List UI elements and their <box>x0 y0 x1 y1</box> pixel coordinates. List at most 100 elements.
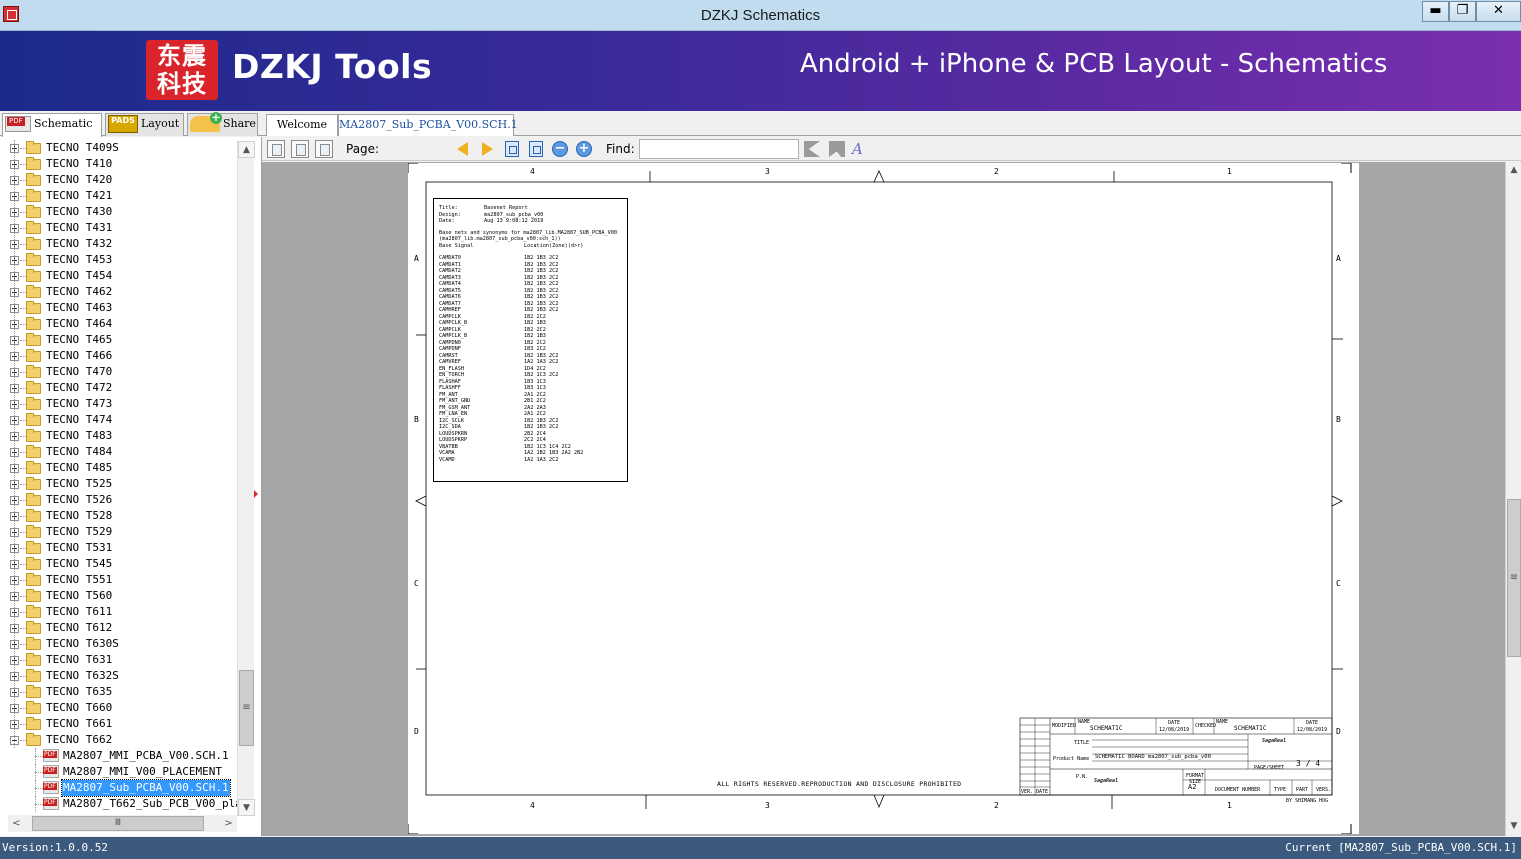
pdf-file-icon <box>43 749 59 762</box>
paste-icon[interactable] <box>315 140 333 158</box>
tree-file[interactable]: MA2807_T662_Sub_PCB_V00_placement <box>0 796 237 812</box>
logo-chars: 东震科技 <box>157 42 207 98</box>
scroll-up-arrow[interactable]: ▲ <box>238 141 255 158</box>
tree-folder[interactable]: TECNO T472 <box>0 380 237 396</box>
copy-all-icon[interactable] <box>291 140 309 158</box>
tree-folder[interactable]: TECNO T660 <box>0 700 237 716</box>
folder-icon <box>26 301 41 314</box>
tree-file[interactable]: MA2807_Sub_PCBA_V00.SCH.1 <box>0 779 237 797</box>
tree-folder[interactable]: TECNO T470 <box>0 364 237 380</box>
tree-folder[interactable]: TECNO T529 <box>0 524 237 540</box>
maximize-button[interactable]: ❐ <box>1449 1 1476 22</box>
current-document-status: Current [MA2807_Sub_PCBA_V00.SCH.1] <box>1285 841 1517 854</box>
previous-page-icon[interactable] <box>457 142 468 156</box>
tree-folder[interactable]: TECNO T474 <box>0 412 237 428</box>
tree-folder[interactable]: TECNO T465 <box>0 332 237 348</box>
tree-folder[interactable]: TECNO T430 <box>0 204 237 220</box>
tab-share[interactable]: Share <box>187 112 258 136</box>
splitter-collapse-arrow[interactable] <box>254 490 258 498</box>
tree-folder[interactable]: TECNO T551 <box>0 572 237 588</box>
scroll-right-arrow[interactable]: > <box>220 815 237 832</box>
tab-current-document[interactable]: MA2807_Sub_PCBA_V00.SCH.1✕ <box>338 114 518 152</box>
tree-horizontal-scrollbar[interactable]: < Ⅲ > <box>8 815 237 832</box>
copy-icon[interactable] <box>267 140 285 158</box>
tree-folder[interactable]: TECNO T531 <box>0 540 237 556</box>
folder-icon <box>26 205 41 218</box>
tree-folder[interactable]: TECNO T528 <box>0 508 237 524</box>
tree-folder-label: TECNO T463 <box>46 301 113 314</box>
zone-right-c: C <box>1336 579 1341 588</box>
sagareal-logo-2: SagaReal <box>1094 778 1119 784</box>
tree-vertical-scrollbar[interactable]: ▲ ≡ ▼ <box>237 141 255 816</box>
tree-folder[interactable]: TECNO T560 <box>0 588 237 604</box>
zoom-out-icon[interactable]: − <box>552 141 568 157</box>
tree-folder[interactable]: TECNO T432 <box>0 236 237 252</box>
tree-folder[interactable]: TECNO T409S <box>0 140 237 156</box>
report-description: Base nets and synonyms for ma2807_lib.MA… <box>439 229 618 243</box>
tree-folder[interactable]: TECNO T483 <box>0 428 237 444</box>
tree-folder-label: TECNO T483 <box>46 429 113 442</box>
viewer-scroll-down-arrow[interactable]: ▼ <box>1506 818 1521 834</box>
zoom-in-icon[interactable]: + <box>576 141 592 157</box>
tree-folder[interactable]: TECNO T630S <box>0 636 237 652</box>
hscroll-thumb[interactable]: Ⅲ <box>32 816 204 831</box>
tree-folder-label: TECNO T525 <box>46 477 113 490</box>
tree-file-label: MA2807_Sub_PCBA_V00.SCH.1 <box>61 779 231 797</box>
signal-name: VCAMD <box>439 456 455 463</box>
tree-folder[interactable]: TECNO T463 <box>0 300 237 316</box>
scroll-thumb[interactable]: ≡ <box>239 670 254 746</box>
viewer-scroll-up-arrow[interactable]: ▲ <box>1506 162 1521 178</box>
find-next-icon[interactable] <box>829 141 845 157</box>
tree-folder[interactable]: TECNO T464 <box>0 316 237 332</box>
folder-icon <box>26 589 41 602</box>
tree-folder[interactable]: TECNO T635 <box>0 684 237 700</box>
tab-layout[interactable]: PADS Layout <box>105 113 184 136</box>
tb-page-label: PAGE/SHEET <box>1254 765 1285 771</box>
tree-file[interactable]: MA2807_MMI_PCBA_V00.SCH.1 <box>0 748 237 764</box>
tree-folder[interactable]: TECNO T462 <box>0 284 237 300</box>
tree-folder-label: TECNO T531 <box>46 541 113 554</box>
find-input[interactable] <box>639 139 799 159</box>
brand-name: DZKJ Tools <box>232 47 433 86</box>
minimize-button[interactable]: ▬ <box>1422 1 1449 22</box>
tree-folder[interactable]: TECNO T410 <box>0 156 237 172</box>
highlight-icon[interactable]: A <box>852 140 863 158</box>
tree-folder[interactable]: TECNO T454 <box>0 268 237 284</box>
find-previous-icon[interactable] <box>804 141 820 157</box>
tree-folder[interactable]: TECNO T431 <box>0 220 237 236</box>
tree-folder[interactable]: TECNO T545 <box>0 556 237 572</box>
close-button[interactable]: ✕ <box>1476 1 1521 22</box>
zone-top-4: 4 <box>530 167 535 176</box>
tree-folder[interactable]: TECNO T466 <box>0 348 237 364</box>
tree-folder[interactable]: TECNO T525 <box>0 476 237 492</box>
viewer-vertical-scrollbar[interactable]: ▲ ≡ ▼ <box>1505 162 1521 836</box>
tree-file[interactable]: MA2807_MMI_V00_PLACEMENT <box>0 764 237 780</box>
tree-file-label: MA2807_MMI_V00_PLACEMENT <box>63 765 222 778</box>
tree-folder[interactable]: TECNO T612 <box>0 620 237 636</box>
tree-folder[interactable]: TECNO T661 <box>0 716 237 732</box>
viewer-scroll-thumb[interactable]: ≡ <box>1507 499 1521 657</box>
tree-folder[interactable]: TECNO T632S <box>0 668 237 684</box>
tree-folder[interactable]: TECNO T485 <box>0 460 237 476</box>
zone-right-a: A <box>1336 254 1341 263</box>
tree-folder[interactable]: TECNO T420 <box>0 172 237 188</box>
pdf-file-icon <box>43 797 59 810</box>
fit-width-icon[interactable] <box>505 141 519 157</box>
next-page-icon[interactable] <box>482 142 493 156</box>
tree-folder-label: TECNO T612 <box>46 621 113 634</box>
tab-schematic[interactable]: Schematic <box>2 113 102 137</box>
tree-folder[interactable]: TECNO T473 <box>0 396 237 412</box>
tree-file-label: MA2807_MMI_PCBA_V00.SCH.1 <box>63 749 229 762</box>
tab-welcome[interactable]: Welcome <box>266 114 338 136</box>
scroll-down-arrow[interactable]: ▼ <box>238 799 255 816</box>
scroll-left-arrow[interactable]: < <box>8 815 25 832</box>
tree-folder[interactable]: TECNO T662 <box>0 732 237 748</box>
folder-icon <box>26 477 41 490</box>
tree-folder[interactable]: TECNO T526 <box>0 492 237 508</box>
tree-folder[interactable]: TECNO T453 <box>0 252 237 268</box>
tree-folder[interactable]: TECNO T421 <box>0 188 237 204</box>
fit-page-icon[interactable] <box>529 141 543 157</box>
tree-folder[interactable]: TECNO T631 <box>0 652 237 668</box>
tree-folder[interactable]: TECNO T484 <box>0 444 237 460</box>
tree-folder[interactable]: TECNO T611 <box>0 604 237 620</box>
